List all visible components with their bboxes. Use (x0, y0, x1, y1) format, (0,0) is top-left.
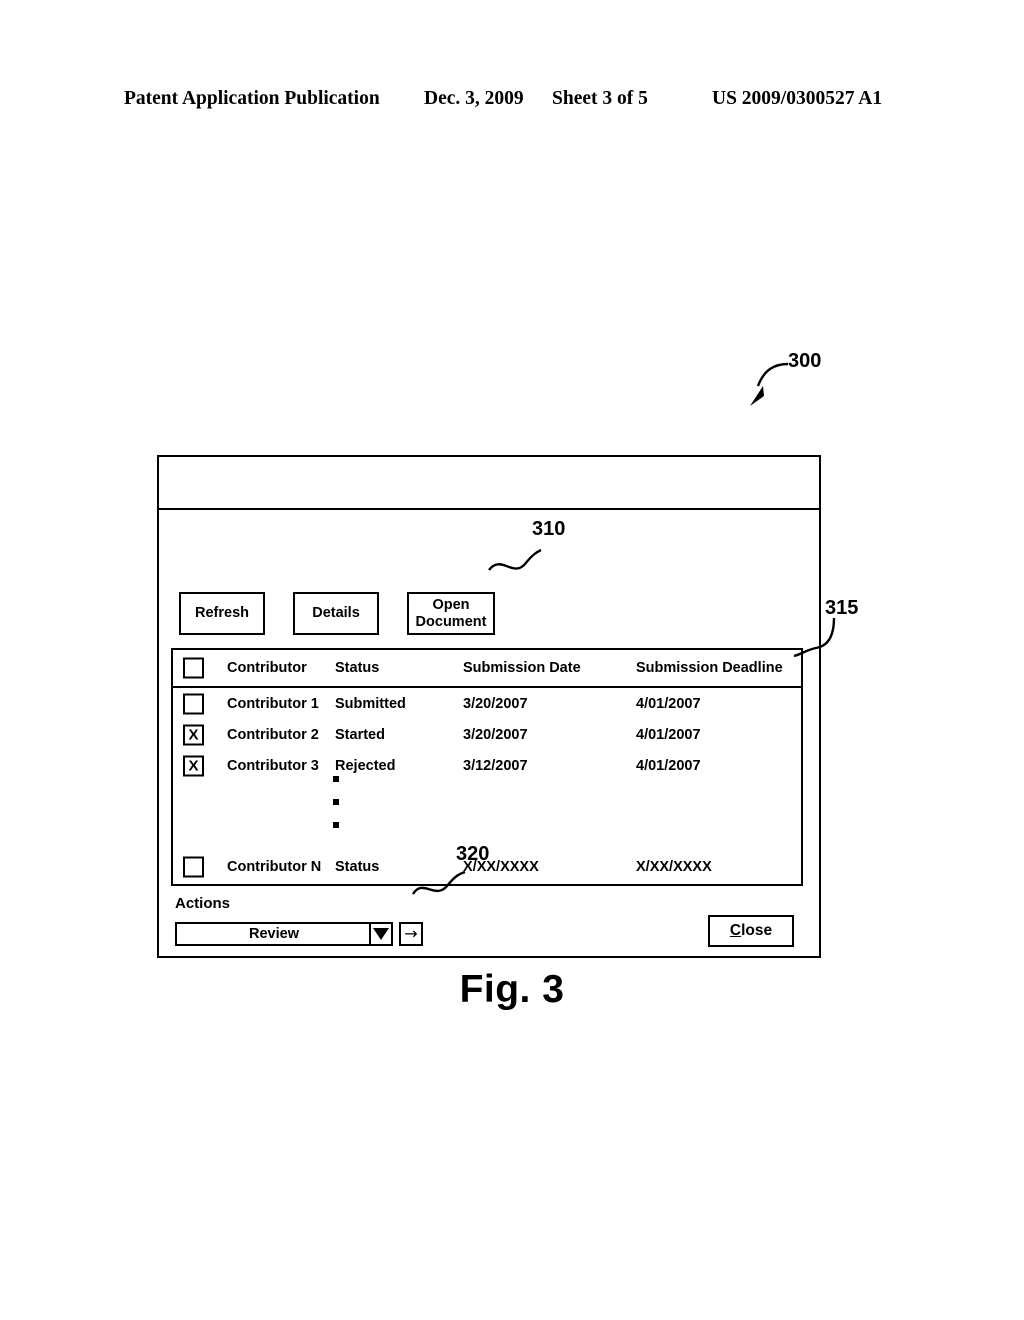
dialog-titlebar (159, 457, 819, 510)
sheet-number: Sheet 3 of 5 (552, 88, 648, 109)
go-button[interactable]: → (399, 922, 423, 946)
vertical-ellipsis-icon (333, 776, 343, 845)
close-rest: lose (741, 922, 773, 939)
column-header-submission-date: Submission Date (463, 660, 581, 676)
cell-submission-date: 3/12/2007 (463, 757, 528, 774)
leader-line-310 (488, 548, 542, 571)
cell-status: Rejected (335, 757, 396, 774)
figure-caption: Fig. 3 (459, 968, 565, 1011)
patent-number: US 2009/0300527 A1 (712, 88, 883, 109)
publication-date: Dec. 3, 2009 (424, 88, 524, 109)
cell-status: Started (335, 726, 385, 743)
actions-label: Actions (175, 895, 231, 912)
contributor-status-dialog: Refresh Details Open Document Contributo… (157, 455, 821, 958)
column-header-status: Status (335, 660, 380, 676)
cell-submission-deadline: X/XX/XXXX (636, 858, 712, 875)
row-checkbox[interactable]: X (183, 755, 204, 776)
details-button[interactable]: Details (293, 592, 379, 635)
refresh-button[interactable]: Refresh (179, 592, 265, 635)
refresh-button-label: Refresh (195, 604, 249, 621)
row-checkbox[interactable]: X (183, 724, 204, 745)
cell-contributor: Contributor N (227, 858, 322, 875)
page-header: Patent Application Publication Dec. 3, 2… (124, 88, 900, 114)
actions-dropdown[interactable]: Review (175, 922, 393, 946)
open-document-button[interactable]: Open Document (407, 592, 495, 635)
table-row[interactable]: X Contributor 2 Started 3/20/2007 4/01/2… (173, 719, 801, 750)
column-header-submission-deadline: Submission Deadline (636, 660, 783, 676)
cell-contributor: Contributor 1 (227, 695, 319, 712)
ellipsis-dot (333, 822, 339, 828)
cell-submission-deadline: 4/01/2007 (636, 695, 701, 712)
actions-dropdown-value: Review (249, 926, 299, 942)
close-button[interactable]: Close (708, 915, 794, 947)
grid-header-row: Contributor Status Submission Date Submi… (173, 650, 801, 688)
cell-contributor: Contributor 3 (227, 757, 319, 774)
leader-line-315 (793, 617, 836, 658)
close-button-label: Close (730, 922, 772, 940)
ellipsis-dot (333, 799, 339, 805)
table-row[interactable]: X Contributor 3 Rejected 3/12/2007 4/01/… (173, 750, 801, 781)
open-document-line-2: Document (415, 613, 487, 630)
cell-contributor: Contributor 2 (227, 726, 319, 743)
details-button-label: Details (312, 604, 360, 621)
open-document-button-label: Open Document (416, 597, 487, 629)
cell-submission-date: 3/20/2007 (463, 726, 528, 743)
leader-line-320 (411, 870, 466, 895)
arrow-right-icon: → (404, 924, 418, 943)
row-checkbox[interactable] (183, 693, 204, 714)
cell-status: Submitted (335, 695, 406, 712)
publication-label: Patent Application Publication (124, 88, 380, 109)
cell-submission-date: 3/20/2007 (463, 695, 528, 712)
ellipsis-dot (333, 776, 339, 782)
toolbar: Refresh Details Open Document (179, 592, 495, 635)
triangle-down-icon[interactable] (369, 924, 391, 944)
reference-numeral-310: 310 (532, 518, 566, 540)
close-mnemonic: C (729, 922, 742, 939)
leader-line-300 (750, 362, 789, 406)
cell-submission-deadline: 4/01/2007 (636, 757, 701, 774)
cell-submission-deadline: 4/01/2007 (636, 726, 701, 743)
cell-status: Status (335, 858, 380, 875)
actions-row: Review → (175, 922, 423, 946)
column-header-contributor: Contributor (227, 660, 307, 676)
open-document-line-1: Open (432, 597, 470, 614)
row-checkbox[interactable] (183, 856, 204, 877)
reference-numeral-320: 320 (456, 843, 490, 865)
select-all-checkbox[interactable] (183, 657, 204, 679)
table-row[interactable]: Contributor 1 Submitted 3/20/2007 4/01/2… (173, 688, 801, 719)
